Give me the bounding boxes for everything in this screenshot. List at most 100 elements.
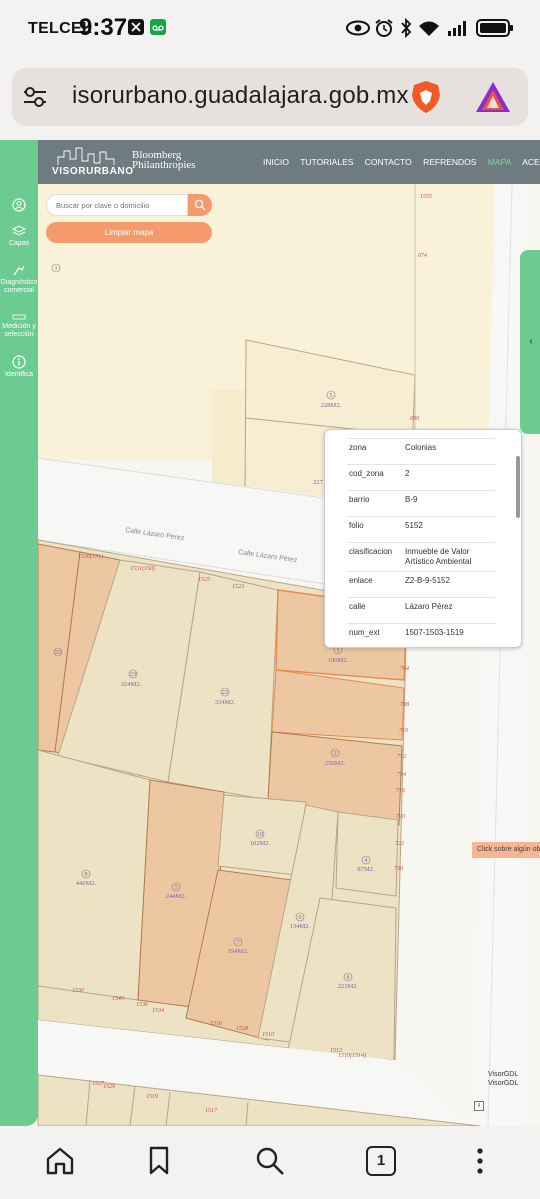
- svg-text:228M2.: 228M2.: [321, 402, 342, 409]
- svg-text:334M2.: 334M2.: [215, 699, 236, 706]
- svg-text:22: 22: [222, 689, 229, 696]
- svg-text:223M2.: 223M2.: [338, 983, 359, 990]
- bluetooth-icon: [401, 18, 412, 38]
- attribution-button[interactable]: i: [474, 1101, 484, 1111]
- more-menu-icon[interactable]: [470, 1146, 490, 1176]
- sidebar-item-capas[interactable]: Capas: [0, 225, 38, 248]
- web-content: 1 5 228M2. 227 1 190M2. 23 324M2. 22 334M2. …: [0, 140, 540, 1126]
- address-number: 1510: [262, 1032, 274, 1038]
- site-settings-icon[interactable]: [22, 85, 48, 109]
- alarm-icon: [375, 19, 393, 37]
- parcel-label[interactable]: 227: [313, 479, 324, 486]
- layer-legend[interactable]: VisorGDL VisorGDL: [488, 1070, 518, 1088]
- address-number: 1525: [198, 577, 210, 583]
- table-row: calle Lázaro Pérez: [347, 597, 495, 624]
- popup-scrollbar[interactable]: [516, 456, 520, 518]
- address-number: 722: [395, 841, 404, 847]
- svg-text:8: 8: [84, 871, 87, 878]
- nav-contacto[interactable]: CONTACTO: [365, 157, 412, 167]
- nav-mapa[interactable]: MAPA: [488, 157, 511, 167]
- right-panel-toggle[interactable]: ‹: [520, 250, 540, 434]
- svg-text:25: 25: [55, 649, 62, 656]
- svg-text:8: 8: [346, 974, 349, 981]
- svg-text:324M2.: 324M2.: [121, 681, 142, 688]
- svg-text:5: 5: [329, 392, 332, 399]
- brave-shield-icon[interactable]: [408, 79, 444, 115]
- table-row: folio 5152: [347, 516, 495, 543]
- sidebar-item-diagnostico[interactable]: Diagnóstico comercial: [0, 264, 38, 295]
- address-number: 708: [400, 702, 409, 708]
- nav-acerca[interactable]: ACERCA DE: [522, 157, 540, 167]
- svg-text:227: 227: [313, 479, 324, 486]
- sidebar-item-label: Medición y selección: [2, 323, 36, 338]
- search-input[interactable]: [56, 195, 186, 216]
- table-row: enlace Z2-B-9-5152: [347, 571, 495, 598]
- address-number: 720: [396, 814, 405, 820]
- svg-text:190M2.: 190M2.: [328, 657, 349, 664]
- layers-icon: [12, 225, 26, 236]
- svg-text:256M2.: 256M2.: [325, 760, 346, 767]
- brave-rewards-icon[interactable]: [474, 80, 512, 114]
- sidebar-item-label: Diagnóstico comercial: [0, 279, 38, 294]
- click-hint: Click sobre algún obje: [472, 842, 540, 858]
- parcel-label[interactable]: 25: [53, 647, 63, 657]
- address-number: 1530: [72, 988, 84, 994]
- address-number: 716: [396, 788, 405, 794]
- address-number: 1534: [152, 1007, 164, 1014]
- svg-text:1: 1: [336, 647, 339, 654]
- battery-icon: [476, 19, 513, 37]
- address-number: 1540: [112, 995, 124, 1002]
- svg-text:134M2.: 134M2.: [290, 923, 311, 930]
- nav-inicio[interactable]: INICIO: [263, 157, 289, 167]
- nav-tutoriales[interactable]: TUTORIALES: [300, 157, 353, 167]
- status-bar: TELCEL 9:37: [0, 0, 540, 58]
- svg-text:5: 5: [174, 884, 177, 891]
- search-icon[interactable]: [255, 1146, 285, 1176]
- table-row: num_ext 1507-1503-1519: [347, 623, 495, 647]
- visor-urbano-logo[interactable]: VISORURBANO: [52, 166, 134, 177]
- main-nav: INICIO TUTORIALES CONTACTO REFRENDOS MAP…: [263, 157, 540, 167]
- site-header: VISORURBANO Bloomberg Philanthropies INI…: [38, 140, 540, 184]
- home-icon[interactable]: [45, 1146, 75, 1176]
- search-icon: [194, 199, 206, 211]
- clock: 9:37: [79, 14, 128, 41]
- address-bar[interactable]: isorurbano.guadalajara.gob.mx: [12, 68, 528, 126]
- address-number: 730: [394, 866, 403, 872]
- address-number: 714: [397, 771, 406, 778]
- sidebar-item-medicion[interactable]: Medición y selección: [0, 312, 38, 339]
- left-sidebar: Capas Diagnóstico comercial Medición y s…: [0, 140, 38, 1126]
- bookmark-icon[interactable]: [148, 1146, 170, 1176]
- attribute-table: zona Colonias cod_zona 2 barrio B-9 folio 51…: [347, 438, 495, 647]
- address-number: 1529: [103, 1084, 115, 1090]
- address-number: 704: [400, 665, 409, 672]
- table-row: barrio B-9: [347, 490, 495, 517]
- address-number: 1510(1514): [338, 1052, 366, 1059]
- info-icon: [12, 355, 26, 369]
- sidebar-item-user[interactable]: [0, 198, 38, 214]
- feature-info-popup[interactable]: zona Colonias cod_zona 2 barrio B-9 folio 51…: [324, 429, 522, 648]
- search-box: [46, 194, 188, 216]
- sidebar-item-identifica[interactable]: Identifica: [0, 355, 38, 379]
- city-skyline-icon: [57, 147, 115, 165]
- svg-text:440M2.: 440M2.: [76, 880, 97, 887]
- clear-map-button[interactable]: Limpiar mapa: [46, 222, 212, 243]
- url-text[interactable]: isorurbano.guadalajara.gob.mx: [72, 82, 409, 110]
- sidebar-item-label: Identifica: [4, 371, 34, 378]
- svg-text:23: 23: [130, 671, 137, 678]
- browser-bottom-bar: 1: [0, 1126, 540, 1199]
- svg-text:244M2.: 244M2.: [166, 893, 187, 900]
- voicemail-icon: [150, 19, 166, 35]
- address-number: 710: [399, 728, 408, 734]
- address-number: 674: [418, 252, 427, 259]
- address-number: 1519: [146, 1094, 158, 1100]
- wifi-icon: [419, 21, 439, 36]
- sidebar-item-label: Capas: [8, 240, 30, 247]
- nav-refrendos[interactable]: REFRENDOS: [423, 157, 476, 167]
- svg-text:194M2.: 194M2.: [228, 948, 249, 955]
- tabs-button[interactable]: 1: [366, 1146, 396, 1176]
- svg-text:1: 1: [54, 265, 57, 272]
- signal-icon: [448, 21, 466, 36]
- search-button[interactable]: [188, 194, 212, 216]
- hand-icon: [13, 265, 25, 276]
- svg-text:102M2.: 102M2.: [250, 840, 271, 847]
